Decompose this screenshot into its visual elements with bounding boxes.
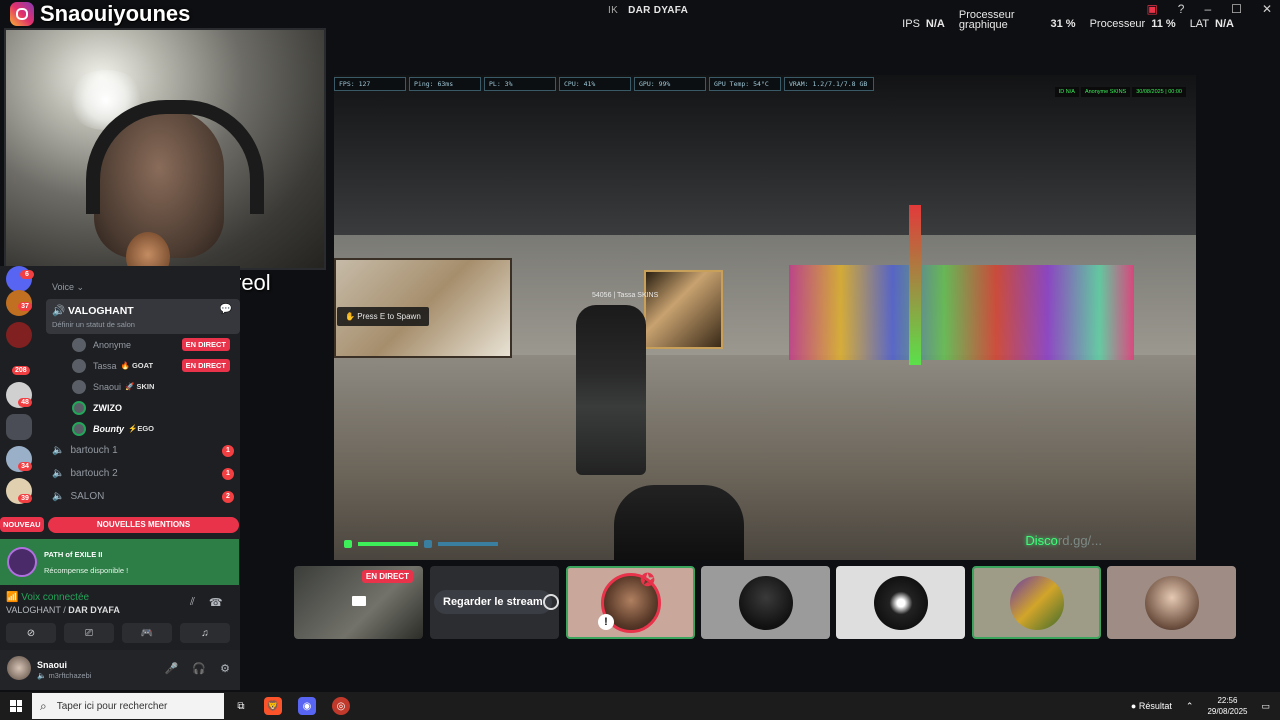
server-icon[interactable] <box>6 414 32 440</box>
new-badge[interactable]: NOUVEAU <box>0 517 44 532</box>
speaker-icon: 🔈 <box>52 445 65 456</box>
headphones-icon[interactable]: 🎧 <box>192 662 206 675</box>
player-character <box>576 305 646 475</box>
avatar <box>1009 575 1064 630</box>
server-icon[interactable] <box>6 322 32 348</box>
chat-icon[interactable]: 💬 <box>220 304 232 315</box>
watch-stream-button[interactable]: Regarder le stream <box>434 590 552 614</box>
voice-connected-status[interactable]: 📶 Voix connectée <box>6 592 89 603</box>
participant-tile[interactable] <box>566 566 695 639</box>
voice-member[interactable]: Snaoui 🚀 SKIN <box>46 376 240 397</box>
avatar <box>738 575 793 630</box>
player-nametag: 54056 | Tassa SKINS <box>592 292 659 299</box>
performance-overlay: IPS N/A Processeur graphique 31 % Processeu… <box>902 9 1234 31</box>
voice-action-buttons: ⊘ ⎚ 🎮 ♫ <box>6 623 230 643</box>
voice-channel-valoghant[interactable]: 🔊 VALOGHANT Définir un statut de salon 💬 <box>46 299 240 334</box>
stream-tile-watch[interactable]: Regarder le stream <box>430 566 559 639</box>
disconnect-icon[interactable]: ☎ <box>209 596 223 609</box>
participant-tile[interactable] <box>701 566 830 639</box>
voice-channel[interactable]: 🔈 SALON 2 <box>46 485 240 508</box>
participant-tile[interactable] <box>836 566 965 639</box>
search-icon: ⌕ <box>40 698 47 713</box>
channel-list: Voice ⌄ 🔊 VALOGHANT Définir un statut de… <box>46 282 240 508</box>
microphone-icon[interactable]: 🎤 <box>165 662 179 675</box>
spawn-hint: ✋ Press E to Spawn <box>337 307 429 326</box>
reward-banner[interactable]: PATH of EXILE II Récompense disponible ! <box>0 539 239 585</box>
health-armor-bars <box>344 540 498 548</box>
eye-icon[interactable] <box>543 594 559 610</box>
first-person-weapon <box>614 485 744 560</box>
participant-tile[interactable] <box>1107 566 1236 639</box>
screen-share-button[interactable]: ⎚ <box>64 623 114 643</box>
voice-member[interactable]: Bounty ⚡EGO <box>46 418 240 439</box>
warning-icon: ! <box>598 614 614 630</box>
avatar <box>873 575 928 630</box>
game-perf-bar: FPS: 127 Ping: 63ms PL: 3% CPU: 41% GPU:… <box>334 77 874 91</box>
chevron-up-icon[interactable]: ⌃ <box>1186 701 1194 712</box>
stream-tile-live[interactable]: EN DIRECT <box>294 566 423 639</box>
graffiti-mural <box>789 265 1134 360</box>
speaker-icon: 🔈 <box>52 468 65 479</box>
user-avatar[interactable] <box>7 656 31 680</box>
participant-tile[interactable] <box>972 566 1101 639</box>
settings-icon[interactable]: ⚙ <box>220 662 230 675</box>
windows-taskbar: ⌕ Taper ici pour rechercher ⧉ 🦁 ◉ ◎ ● Ré… <box>0 692 1280 720</box>
app-icon[interactable]: ◎ <box>332 697 350 715</box>
voice-channel[interactable]: 🔈 bartouch 11 <box>46 439 240 462</box>
voice-member[interactable]: Anonyme EN DIRECT <box>46 334 240 355</box>
noise-suppression-icon[interactable]: ⫽ <box>190 596 195 609</box>
camera-off-button[interactable]: ⊘ <box>6 623 56 643</box>
activity-button[interactable]: 🎮 <box>122 623 172 643</box>
game-reward-icon <box>7 547 37 577</box>
billboard <box>644 270 723 349</box>
health-icon <box>344 540 352 548</box>
brave-icon[interactable]: 🦁 <box>264 697 282 715</box>
close-button[interactable]: ✕ <box>1262 2 1272 16</box>
voice-channel[interactable]: 🔈 bartouch 21 <box>46 462 240 485</box>
server-id-hud: ID N/A Anonyme SKINS 30/08/2025 | 00:00 <box>1054 87 1186 97</box>
armor-icon <box>424 540 432 548</box>
voice-member[interactable]: ZWIZO <box>46 397 240 418</box>
soundboard-button[interactable]: ♫ <box>180 623 230 643</box>
signal-icon: 📶 <box>6 592 19 603</box>
star-icon: ✪ <box>640 570 656 590</box>
voice-category[interactable]: Voice ⌄ <box>52 282 240 293</box>
instagram-icon <box>10 2 34 26</box>
instagram-handle: Snaouiyounes <box>40 1 191 26</box>
live-badge: EN DIRECT <box>361 570 413 583</box>
notification-icon[interactable]: ▭ <box>1261 701 1270 712</box>
voice-connection-location: VALOGHANT / DAR DYAFA <box>6 605 120 615</box>
server-list: 6 37 208 48 34 39 <box>0 266 40 538</box>
clock[interactable]: 22:56 29/08/2025 <box>1207 695 1247 717</box>
avatar <box>1144 575 1199 630</box>
user-panel: Snaoui 🔈 m3rftchazebi 🎤 🎧 ⚙ <box>0 650 240 690</box>
channel-status[interactable]: Définir un statut de salon <box>52 320 234 329</box>
screen-share-icon <box>352 596 366 606</box>
system-tray: ● Résultat ⌃ 22:56 29/08/2025 ▭ <box>1131 692 1270 720</box>
window-title: IK DAR DYAFA <box>608 5 689 16</box>
speaker-icon: 🔈 <box>52 491 65 502</box>
taskbar-search[interactable]: ⌕ Taper ici pour rechercher <box>32 693 224 719</box>
neon-light <box>909 205 921 365</box>
discord-icon[interactable]: ◉ <box>298 697 316 715</box>
voice-member[interactable]: Tassa 🔥 GOAT EN DIRECT <box>46 355 240 376</box>
start-button[interactable] <box>10 700 22 712</box>
new-mentions-button[interactable]: NOUVELLES MENTIONS <box>48 517 239 533</box>
task-view-icon[interactable]: ⧉ <box>232 697 250 715</box>
webcam-feed <box>4 28 326 270</box>
discord-watermark: Discord.gg/... <box>1025 533 1102 548</box>
voice-controls: ⫽ ☎ <box>190 596 223 609</box>
weather-widget[interactable]: ● Résultat <box>1131 701 1172 711</box>
game-stream-view[interactable]: FPS: 127 Ping: 63ms PL: 3% CPU: 41% GPU:… <box>334 75 1196 560</box>
